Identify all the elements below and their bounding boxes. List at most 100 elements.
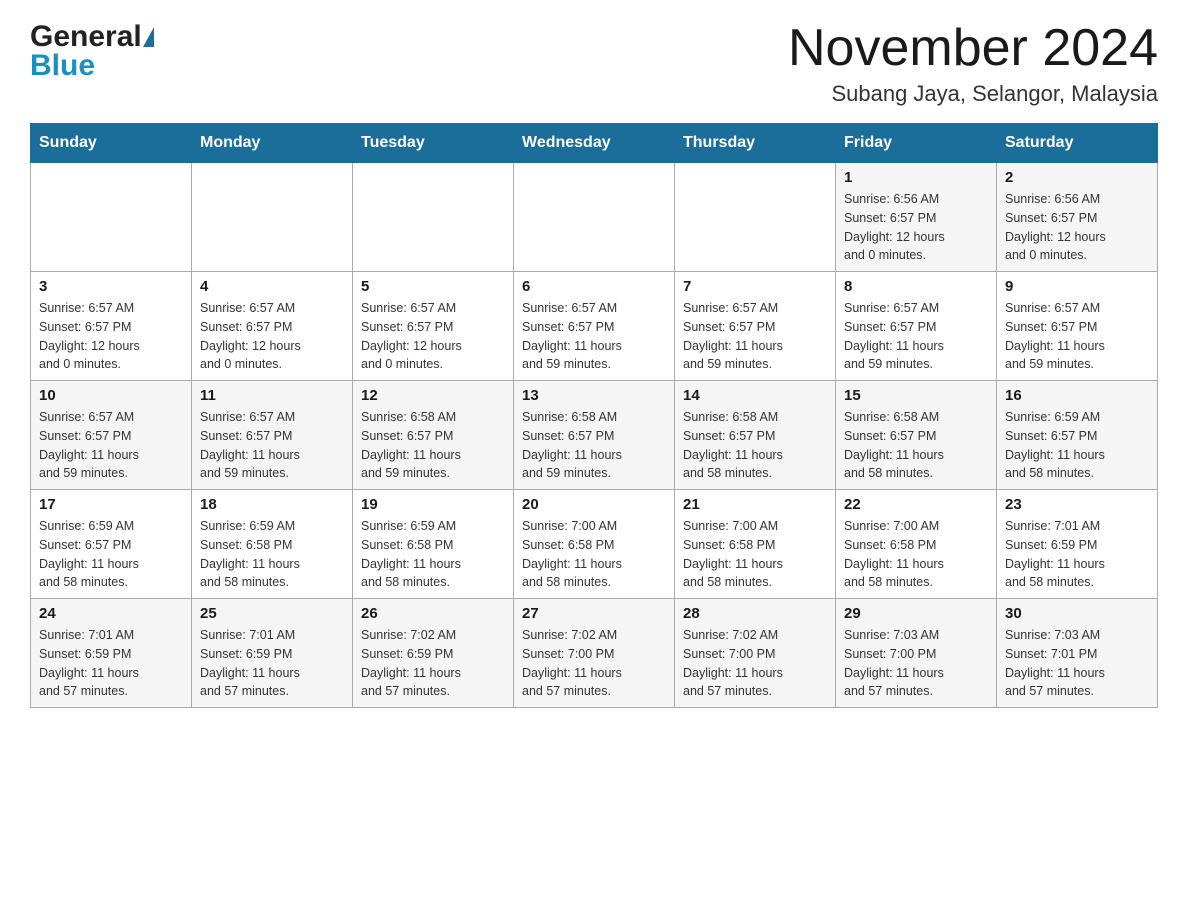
calendar-week-row: 1 Sunrise: 6:56 AMSunset: 6:57 PMDaylight… xyxy=(31,163,1158,272)
calendar-week-row: 17 Sunrise: 6:59 AMSunset: 6:57 PMDayligh… xyxy=(31,490,1158,599)
day-info: Sunrise: 6:57 AMSunset: 6:57 PMDaylight:… xyxy=(39,408,183,483)
calendar-cell: 13 Sunrise: 6:58 AMSunset: 6:57 PMDayligh… xyxy=(514,381,675,490)
day-info: Sunrise: 6:58 AMSunset: 6:57 PMDaylight:… xyxy=(683,408,827,483)
calendar-cell: 18 Sunrise: 6:59 AMSunset: 6:58 PMDayligh… xyxy=(192,490,353,599)
col-header-saturday: Saturday xyxy=(997,124,1158,163)
day-info: Sunrise: 6:59 AMSunset: 6:57 PMDaylight:… xyxy=(39,517,183,592)
day-info: Sunrise: 7:03 AMSunset: 7:01 PMDaylight:… xyxy=(1005,626,1149,701)
calendar-cell: 23 Sunrise: 7:01 AMSunset: 6:59 PMDayligh… xyxy=(997,490,1158,599)
day-number: 10 xyxy=(39,387,183,404)
calendar-cell xyxy=(514,163,675,272)
calendar-cell: 9 Sunrise: 6:57 AMSunset: 6:57 PMDaylight… xyxy=(997,272,1158,381)
day-info: Sunrise: 6:58 AMSunset: 6:57 PMDaylight:… xyxy=(844,408,988,483)
day-info: Sunrise: 6:57 AMSunset: 6:57 PMDaylight:… xyxy=(39,299,183,374)
calendar-cell: 21 Sunrise: 7:00 AMSunset: 6:58 PMDayligh… xyxy=(675,490,836,599)
day-info: Sunrise: 6:58 AMSunset: 6:57 PMDaylight:… xyxy=(522,408,666,483)
col-header-wednesday: Wednesday xyxy=(514,124,675,163)
calendar-cell: 30 Sunrise: 7:03 AMSunset: 7:01 PMDayligh… xyxy=(997,599,1158,708)
day-number: 17 xyxy=(39,496,183,513)
day-info: Sunrise: 7:00 AMSunset: 6:58 PMDaylight:… xyxy=(844,517,988,592)
day-info: Sunrise: 7:01 AMSunset: 6:59 PMDaylight:… xyxy=(39,626,183,701)
calendar-table: SundayMondayTuesdayWednesdayThursdayFrid… xyxy=(30,123,1158,708)
calendar-header-row: SundayMondayTuesdayWednesdayThursdayFrid… xyxy=(31,124,1158,163)
day-number: 8 xyxy=(844,278,988,295)
calendar-week-row: 24Sunrise: 7:01 AMSunset: 6:59 PMDayligh… xyxy=(31,599,1158,708)
day-number: 20 xyxy=(522,496,666,513)
day-info: Sunrise: 7:02 AMSunset: 7:00 PMDaylight:… xyxy=(522,626,666,701)
col-header-thursday: Thursday xyxy=(675,124,836,163)
day-number: 18 xyxy=(200,496,344,513)
day-info: Sunrise: 6:57 AMSunset: 6:57 PMDaylight:… xyxy=(522,299,666,374)
day-info: Sunrise: 6:59 AMSunset: 6:57 PMDaylight:… xyxy=(1005,408,1149,483)
day-number: 21 xyxy=(683,496,827,513)
day-number: 19 xyxy=(361,496,505,513)
day-info: Sunrise: 6:56 AMSunset: 6:57 PMDaylight:… xyxy=(1005,190,1149,265)
col-header-sunday: Sunday xyxy=(31,124,192,163)
page-header: General Blue November 2024 Subang Jaya, … xyxy=(30,20,1158,107)
day-number: 5 xyxy=(361,278,505,295)
day-number: 15 xyxy=(844,387,988,404)
calendar-cell xyxy=(192,163,353,272)
calendar-cell xyxy=(353,163,514,272)
day-info: Sunrise: 7:01 AMSunset: 6:59 PMDaylight:… xyxy=(200,626,344,701)
day-info: Sunrise: 7:01 AMSunset: 6:59 PMDaylight:… xyxy=(1005,517,1149,592)
day-info: Sunrise: 7:02 AMSunset: 7:00 PMDaylight:… xyxy=(683,626,827,701)
day-info: Sunrise: 6:57 AMSunset: 6:57 PMDaylight:… xyxy=(361,299,505,374)
calendar-cell: 6 Sunrise: 6:57 AMSunset: 6:57 PMDaylight… xyxy=(514,272,675,381)
day-info: Sunrise: 6:57 AMSunset: 6:57 PMDaylight:… xyxy=(683,299,827,374)
day-info: Sunrise: 7:02 AMSunset: 6:59 PMDaylight:… xyxy=(361,626,505,701)
day-number: 6 xyxy=(522,278,666,295)
calendar-cell: 26 Sunrise: 7:02 AMSunset: 6:59 PMDayligh… xyxy=(353,599,514,708)
day-info: Sunrise: 6:59 AMSunset: 6:58 PMDaylight:… xyxy=(200,517,344,592)
day-number: 13 xyxy=(522,387,666,404)
calendar-week-row: 3 Sunrise: 6:57 AMSunset: 6:57 PMDaylight… xyxy=(31,272,1158,381)
calendar-cell: 14 Sunrise: 6:58 AMSunset: 6:57 PMDayligh… xyxy=(675,381,836,490)
day-number: 3 xyxy=(39,278,183,295)
col-header-monday: Monday xyxy=(192,124,353,163)
title-block: November 2024 Subang Jaya, Selangor, Mal… xyxy=(788,20,1158,107)
calendar-cell: 3 Sunrise: 6:57 AMSunset: 6:57 PMDaylight… xyxy=(31,272,192,381)
day-number: 1 xyxy=(844,169,988,186)
day-number: 11 xyxy=(200,387,344,404)
day-info: Sunrise: 6:57 AMSunset: 6:57 PMDaylight:… xyxy=(200,299,344,374)
logo-triangle-icon xyxy=(143,27,154,47)
day-number: 9 xyxy=(1005,278,1149,295)
day-info: Sunrise: 6:57 AMSunset: 6:57 PMDaylight:… xyxy=(1005,299,1149,374)
calendar-cell: 2Sunrise: 6:56 AMSunset: 6:57 PMDaylight… xyxy=(997,163,1158,272)
day-number: 26 xyxy=(361,605,505,622)
day-number: 30 xyxy=(1005,605,1149,622)
day-info: Sunrise: 6:57 AMSunset: 6:57 PMDaylight:… xyxy=(200,408,344,483)
calendar-cell xyxy=(31,163,192,272)
calendar-cell: 4 Sunrise: 6:57 AMSunset: 6:57 PMDaylight… xyxy=(192,272,353,381)
month-title: November 2024 xyxy=(788,20,1158,77)
calendar-cell: 22 Sunrise: 7:00 AMSunset: 6:58 PMDayligh… xyxy=(836,490,997,599)
day-info: Sunrise: 6:58 AMSunset: 6:57 PMDaylight:… xyxy=(361,408,505,483)
day-number: 22 xyxy=(844,496,988,513)
calendar-cell: 28 Sunrise: 7:02 AMSunset: 7:00 PMDayligh… xyxy=(675,599,836,708)
day-info: Sunrise: 6:59 AMSunset: 6:58 PMDaylight:… xyxy=(361,517,505,592)
calendar-cell: 8Sunrise: 6:57 AMSunset: 6:57 PMDaylight… xyxy=(836,272,997,381)
calendar-cell: 25Sunrise: 7:01 AMSunset: 6:59 PMDayligh… xyxy=(192,599,353,708)
day-number: 12 xyxy=(361,387,505,404)
calendar-cell: 5 Sunrise: 6:57 AMSunset: 6:57 PMDaylight… xyxy=(353,272,514,381)
day-number: 23 xyxy=(1005,496,1149,513)
calendar-cell xyxy=(675,163,836,272)
calendar-cell: 11 Sunrise: 6:57 AMSunset: 6:57 PMDayligh… xyxy=(192,381,353,490)
logo: General Blue xyxy=(30,20,154,83)
day-number: 27 xyxy=(522,605,666,622)
day-info: Sunrise: 7:00 AMSunset: 6:58 PMDaylight:… xyxy=(683,517,827,592)
day-number: 7 xyxy=(683,278,827,295)
day-number: 14 xyxy=(683,387,827,404)
day-number: 16 xyxy=(1005,387,1149,404)
day-number: 4 xyxy=(200,278,344,295)
calendar-cell: 24Sunrise: 7:01 AMSunset: 6:59 PMDayligh… xyxy=(31,599,192,708)
calendar-week-row: 10 Sunrise: 6:57 AMSunset: 6:57 PMDayligh… xyxy=(31,381,1158,490)
day-number: 28 xyxy=(683,605,827,622)
location-subtitle: Subang Jaya, Selangor, Malaysia xyxy=(788,81,1158,107)
day-info: Sunrise: 6:56 AMSunset: 6:57 PMDaylight:… xyxy=(844,190,988,265)
calendar-cell: 10 Sunrise: 6:57 AMSunset: 6:57 PMDayligh… xyxy=(31,381,192,490)
day-info: Sunrise: 7:00 AMSunset: 6:58 PMDaylight:… xyxy=(522,517,666,592)
calendar-cell: 7 Sunrise: 6:57 AMSunset: 6:57 PMDaylight… xyxy=(675,272,836,381)
col-header-friday: Friday xyxy=(836,124,997,163)
calendar-cell: 20 Sunrise: 7:00 AMSunset: 6:58 PMDayligh… xyxy=(514,490,675,599)
